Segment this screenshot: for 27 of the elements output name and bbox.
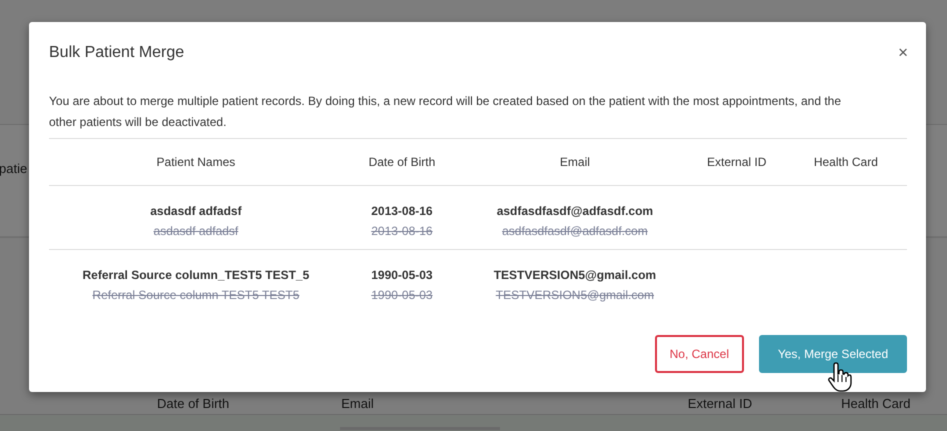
partial-label: patie: [0, 161, 28, 176]
merged-value: asdfasdfasdf@adfasdf.com: [496, 203, 654, 220]
merged-value: 2013-08-16: [370, 203, 434, 220]
message-text: You are about to merge multiple patient records. By doing this, a new record will be created based on the patient with the most appointments, and the other patients will be deactivated.: [49, 93, 842, 131]
column-header: Health Card: [784, 138, 907, 186]
struck-value: Referral Source column TEST5 TEST5: [91, 287, 300, 304]
close-button[interactable]: ×: [898, 43, 908, 63]
struck-value: asdfasdfasdf@adfasdf.com: [501, 223, 649, 240]
column-header: Date of Birth: [157, 396, 230, 411]
column-header: External ID: [688, 138, 785, 186]
column-header: Email: [341, 396, 374, 411]
dialog-title: Bulk Patient Merge: [49, 44, 184, 62]
merge-button[interactable]: Yes, Merge Selected: [759, 334, 907, 372]
column-header: Patient Names: [49, 138, 343, 186]
column-header: External ID: [688, 396, 752, 411]
merged-value: TESTVERSION5@gmail.com: [492, 267, 658, 284]
cancel-button[interactable]: No, Cancel: [654, 334, 744, 372]
column-header: Health Card: [841, 396, 910, 411]
merged-value: asdasdf adfadsf: [149, 203, 243, 220]
merged-value: 1990-05-03: [370, 267, 434, 284]
column-header: Date of Birth: [342, 138, 462, 186]
struck-value: 2013-08-16: [370, 223, 434, 240]
struck-value: TESTVERSION5@gmail.com: [494, 287, 655, 304]
merged-value: Referral Source column_TEST5 TEST_5: [82, 267, 310, 284]
struck-value: asdasdf adfadsf: [152, 223, 240, 240]
column-header: Email: [461, 138, 689, 186]
struck-value: 1990-05-03: [370, 287, 434, 304]
